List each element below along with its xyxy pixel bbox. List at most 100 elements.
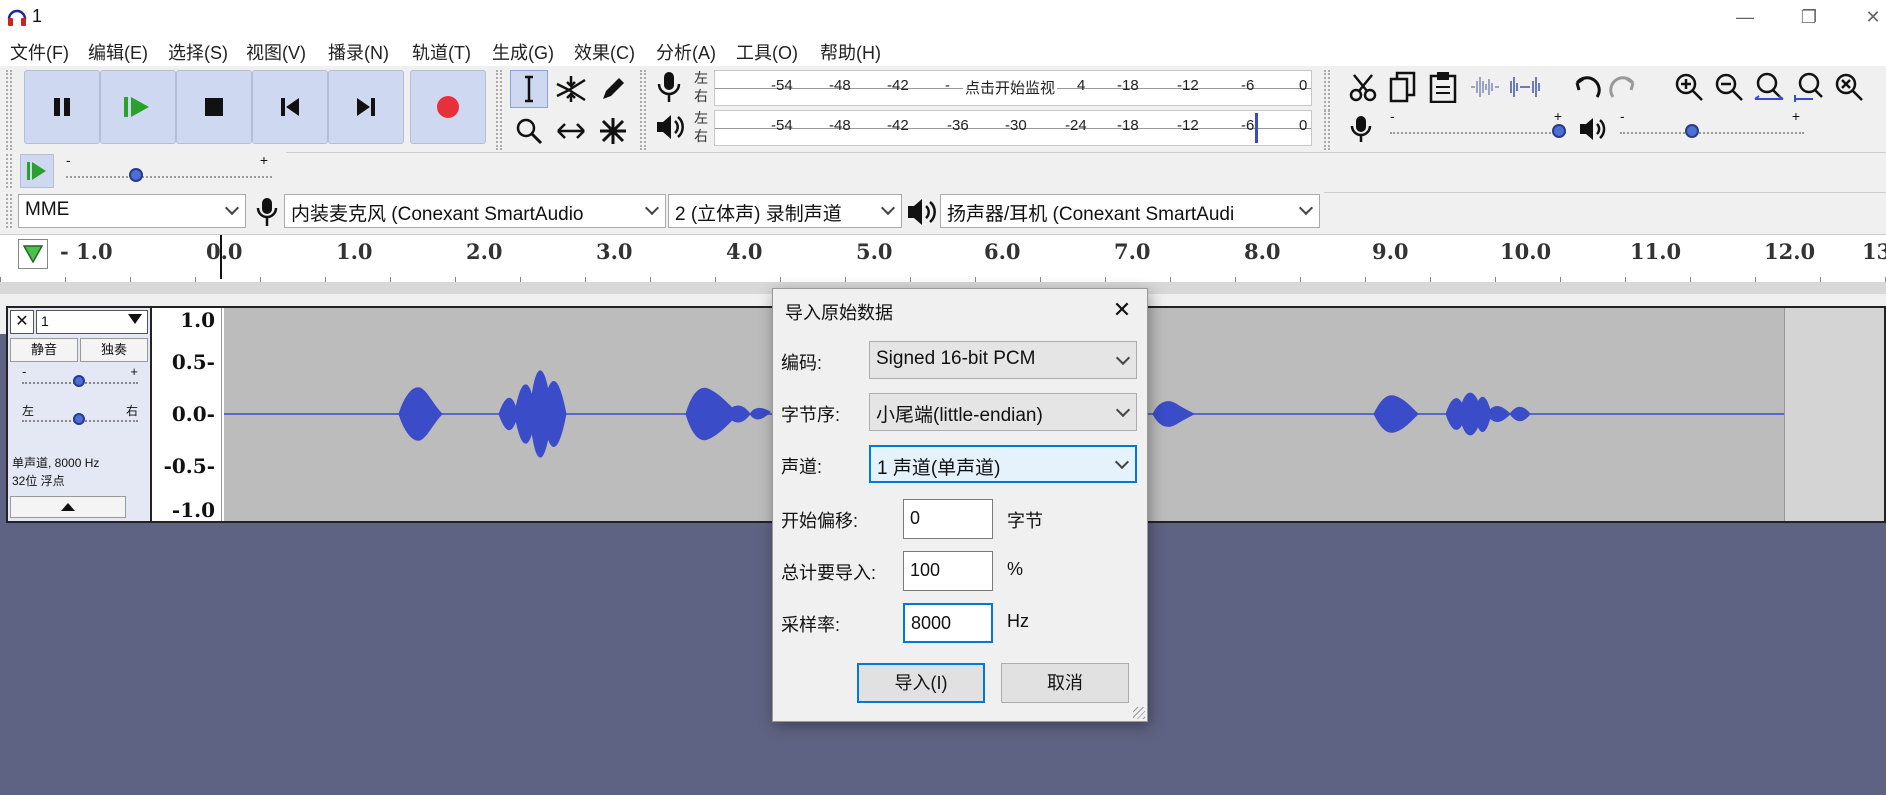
envelope-tool-button[interactable] — [552, 70, 590, 108]
paste-button[interactable] — [1424, 68, 1462, 106]
menu-view[interactable]: 视图(V) — [246, 39, 306, 65]
audio-host-select[interactable]: MME — [18, 194, 246, 228]
toolbar-grip[interactable] — [496, 70, 502, 150]
envelope-tool-icon — [555, 74, 587, 104]
pan-slider[interactable]: 左 右 — [22, 404, 138, 432]
timeline-ruler[interactable]: - 1.0 0.0 1.0 2.0 3.0 4.0 5.0 6.0 7.0 8.… — [0, 234, 1886, 283]
recording-device-value: 内装麦克风 (Conexant SmartAudio — [291, 204, 584, 225]
trim-icon — [1469, 75, 1501, 99]
recording-device-select[interactable]: 内装麦克风 (Conexant SmartAudio — [284, 194, 666, 228]
toolbar-grip[interactable] — [640, 70, 646, 150]
close-icon[interactable]: ✕ — [1105, 295, 1139, 325]
undo-icon — [1569, 75, 1601, 99]
encoding-value: Signed 16-bit PCM — [876, 348, 1036, 369]
trim-button[interactable] — [1466, 68, 1504, 106]
start-offset-input[interactable]: 0 — [903, 499, 993, 539]
channels-select[interactable]: 1 声道(单声道) — [869, 445, 1137, 483]
playback-meter[interactable]: -54 -48 -42 -36 -30 -24 -18 -12 -6 0 — [714, 110, 1312, 146]
zoom-in-button[interactable] — [1670, 68, 1708, 106]
zoom-toggle-button[interactable] — [1830, 68, 1868, 106]
amount-to-import-input[interactable]: 100 — [903, 551, 993, 591]
menu-help[interactable]: 帮助(H) — [820, 39, 881, 65]
slider-thumb[interactable] — [73, 413, 85, 425]
restore-icon[interactable]: ❐ — [1786, 0, 1832, 34]
playback-meter-speaker-icon[interactable] — [654, 110, 686, 144]
mute-button[interactable]: 静音 — [10, 338, 78, 362]
selection-tool-button[interactable] — [510, 70, 548, 108]
meter-tick: -54 — [771, 117, 793, 134]
playback-volume-slider[interactable]: - + — [1620, 108, 1804, 142]
toolbar-grip[interactable] — [1324, 110, 1330, 150]
zoom-out-button[interactable] — [1710, 68, 1748, 106]
toolbar-grip[interactable] — [6, 70, 12, 150]
menu-analyze[interactable]: 分析(A) — [656, 39, 716, 65]
recording-channels-select[interactable]: 2 (立体声) 录制声道 — [668, 194, 902, 228]
vertical-scale[interactable]: 1.0 0.5- 0.0- -0.5- -1.0 — [154, 308, 222, 522]
play-icon — [123, 95, 153, 119]
slider-thumb[interactable] — [1552, 124, 1566, 138]
cancel-button[interactable]: 取消 — [1001, 663, 1129, 703]
copy-button[interactable] — [1384, 68, 1422, 106]
timeline-options-button[interactable] — [18, 239, 48, 269]
close-icon[interactable]: ✕ — [10, 310, 34, 334]
slider-thumb[interactable] — [73, 375, 85, 387]
menu-select[interactable]: 选择(S) — [168, 39, 228, 65]
meter-monitor-prompt[interactable]: 点击开始监视 — [963, 77, 1058, 98]
playback-device-select[interactable]: 扬声器/耳机 (Conexant SmartAudi — [940, 194, 1320, 228]
menu-tracks[interactable]: 轨道(T) — [412, 39, 471, 65]
menu-effect[interactable]: 效果(C) — [574, 39, 635, 65]
time-shift-tool-button[interactable] — [552, 112, 590, 150]
gain-slider[interactable]: - + — [22, 364, 138, 394]
redo-button[interactable] — [1606, 68, 1644, 106]
menu-edit[interactable]: 编辑(E) — [88, 39, 148, 65]
stop-button[interactable] — [176, 70, 252, 144]
import-button[interactable]: 导入(I) — [857, 663, 985, 703]
skip-end-icon — [355, 96, 377, 118]
pause-button[interactable] — [24, 70, 100, 144]
slider-thumb[interactable] — [1685, 124, 1699, 138]
close-icon[interactable]: ✕ — [1850, 0, 1886, 34]
playhead-cursor[interactable] — [220, 235, 222, 279]
track-empty-area[interactable] — [1784, 308, 1884, 521]
menu-generate[interactable]: 生成(G) — [492, 39, 554, 65]
multi-tool-icon — [598, 116, 628, 146]
skip-start-button[interactable] — [252, 70, 328, 144]
fit-project-button[interactable] — [1790, 68, 1828, 106]
draw-tool-button[interactable] — [594, 70, 632, 108]
byte-order-select[interactable]: 小尾端(little-endian) — [869, 393, 1137, 431]
meter-tick: -48 — [829, 117, 851, 134]
track-format-info: 单声道, 8000 Hz — [12, 456, 100, 470]
play-button[interactable] — [100, 70, 176, 144]
menu-tools[interactable]: 工具(O) — [736, 39, 798, 65]
record-meter[interactable]: -54 -48 -42 - 点击开始监视 4 -18 -12 -6 0 — [714, 70, 1312, 106]
zoom-tool-button[interactable] — [510, 112, 548, 150]
mixer-speaker-icon — [1578, 114, 1608, 144]
record-button[interactable] — [410, 70, 486, 144]
cut-button[interactable] — [1344, 68, 1382, 106]
multi-tool-button[interactable] — [594, 112, 632, 150]
slider-thumb[interactable] — [129, 168, 143, 182]
silence-button[interactable] — [1506, 68, 1544, 106]
minimize-icon[interactable]: — — [1722, 0, 1768, 34]
track-menu-button[interactable]: 1 — [36, 310, 148, 334]
skip-end-button[interactable] — [328, 70, 404, 144]
solo-button[interactable]: 独奏 — [80, 338, 148, 362]
sample-rate-input[interactable]: 8000 — [903, 603, 993, 643]
menu-transport[interactable]: 播录(N) — [328, 39, 389, 65]
toolbar-grip[interactable] — [6, 154, 12, 188]
play-at-speed-button[interactable] — [20, 154, 54, 188]
encoding-select[interactable]: Signed 16-bit PCM — [869, 341, 1137, 379]
sample-rate-unit: Hz — [1007, 611, 1029, 631]
fit-selection-button[interactable] — [1750, 68, 1788, 106]
collapse-track-button[interactable] — [10, 496, 126, 518]
slider-min-label: 左 — [22, 404, 35, 418]
toolbar-grip[interactable] — [6, 194, 12, 228]
resize-grip-icon[interactable] — [1133, 707, 1145, 719]
playback-speed-slider[interactable]: - + — [66, 152, 272, 186]
undo-button[interactable] — [1566, 68, 1604, 106]
record-volume-slider[interactable]: - + — [1390, 108, 1566, 142]
record-meter-mic-icon[interactable] — [654, 70, 684, 104]
menu-file[interactable]: 文件(F) — [10, 39, 69, 65]
title-bar: 1 — ❐ ✕ — [0, 0, 1886, 34]
mixer-mic-icon — [1348, 114, 1374, 144]
